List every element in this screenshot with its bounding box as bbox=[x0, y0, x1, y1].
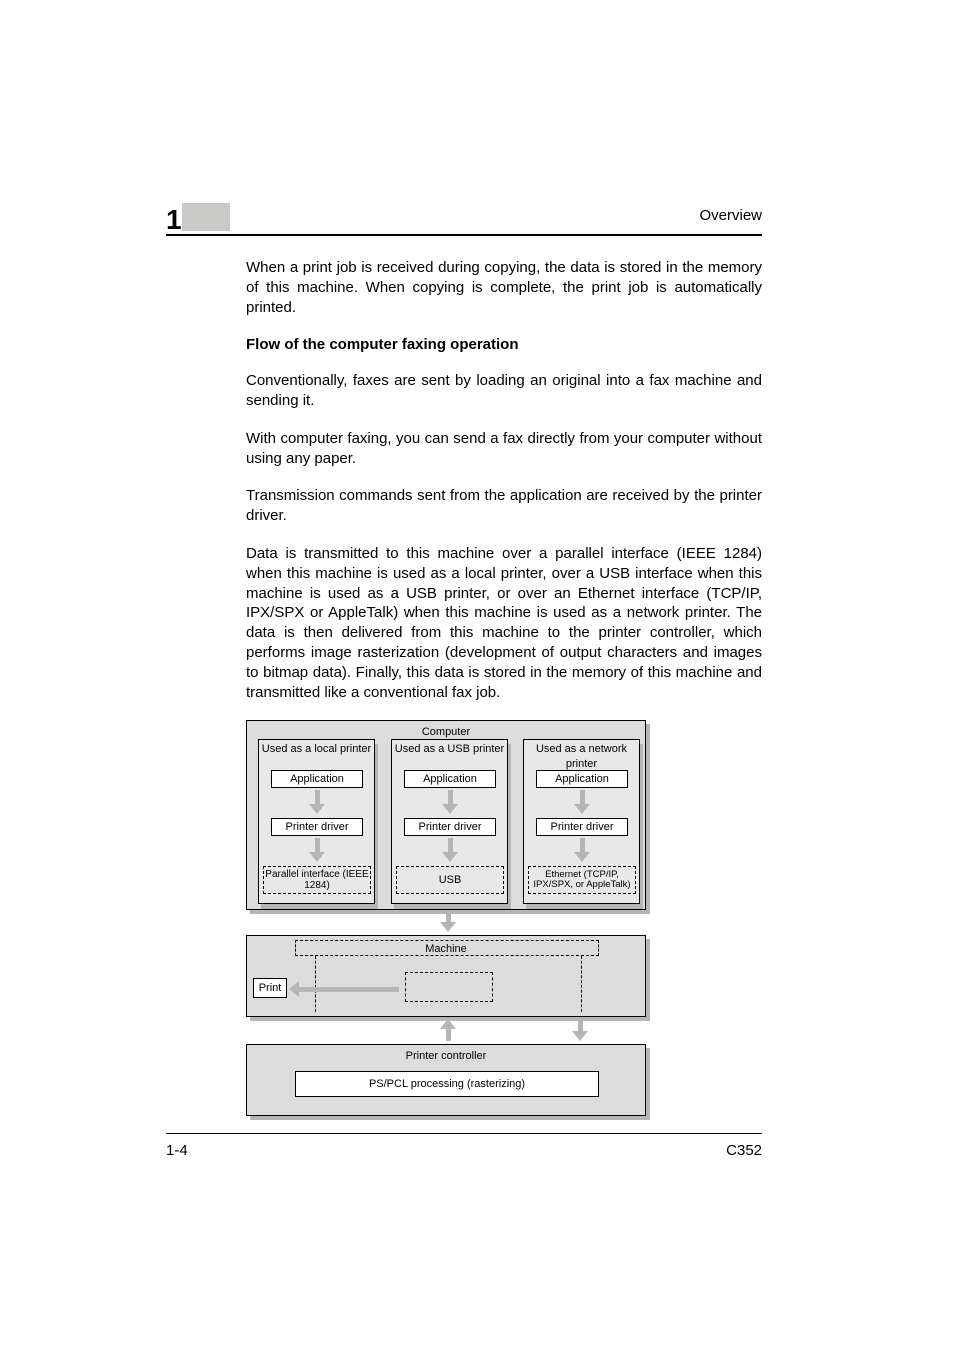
col2-driver-box: Printer driver bbox=[404, 818, 496, 836]
flow-para-2: With computer faxing, you can send a fax… bbox=[246, 429, 762, 469]
flow-diagram: Computer Used as a local printer Applica… bbox=[246, 720, 646, 1122]
arrow-down-icon bbox=[307, 790, 327, 814]
machine-panel: Machine Print bbox=[246, 935, 646, 1017]
arrow-down-icon bbox=[438, 912, 458, 932]
controller-panel: Printer controller PS/PCL processing (ra… bbox=[246, 1044, 646, 1116]
flow-para-3: Transmission commands sent from the appl… bbox=[246, 486, 762, 526]
col3-driver-box: Printer driver bbox=[536, 818, 628, 836]
flow-para-1: Conventionally, faxes are sent by loadin… bbox=[246, 371, 762, 411]
footer-divider bbox=[166, 1133, 762, 1134]
machine-inner-dashed bbox=[405, 972, 493, 1002]
col3-used-as: Used as a network printer bbox=[524, 742, 639, 771]
arrow-down-icon bbox=[572, 838, 592, 862]
computer-label: Computer bbox=[247, 725, 645, 740]
computer-panel: Computer Used as a local printer Applica… bbox=[246, 720, 646, 910]
col2-used-as: Used as a USB printer bbox=[392, 742, 507, 757]
flow-heading: Flow of the computer faxing operation bbox=[246, 335, 762, 355]
print-box: Print bbox=[253, 978, 287, 998]
col3-application-box: Application bbox=[536, 770, 628, 788]
machine-label: Machine bbox=[247, 942, 645, 957]
page-number: 1-4 bbox=[166, 1142, 188, 1159]
arrow-up-icon bbox=[438, 1019, 458, 1041]
model-number: C352 bbox=[726, 1142, 762, 1159]
controller-label: Printer controller bbox=[247, 1049, 645, 1064]
flow-para-4: Data is transmitted to this machine over… bbox=[246, 544, 762, 702]
arrow-down-icon bbox=[307, 838, 327, 862]
col2-interface-box: USB bbox=[396, 866, 504, 894]
chapter-number: 1 bbox=[166, 204, 182, 235]
header-divider bbox=[166, 234, 762, 236]
arrow-down-icon bbox=[572, 790, 592, 814]
chapter-tab-decoration bbox=[182, 203, 230, 231]
col1-application-box: Application bbox=[271, 770, 363, 788]
intro-paragraph: When a print job is received during copy… bbox=[246, 258, 762, 317]
col1-interface-box: Parallel interface (IEEE 1284) bbox=[263, 866, 371, 894]
col1-used-as: Used as a local printer bbox=[259, 742, 374, 757]
arrow-down-icon bbox=[440, 790, 460, 814]
col3-interface-box: Ethernet (TCP/IP, IPX/SPX, or AppleTalk) bbox=[528, 866, 636, 894]
col3-panel: Used as a network printer Application Pr… bbox=[523, 739, 640, 904]
arrow-down-icon bbox=[570, 1019, 590, 1041]
arrow-down-icon bbox=[440, 838, 460, 862]
dashed-line-right bbox=[581, 956, 582, 1012]
col1-driver-box: Printer driver bbox=[271, 818, 363, 836]
arrow-left-icon bbox=[289, 981, 399, 997]
col2-application-box: Application bbox=[404, 770, 496, 788]
processing-box: PS/PCL processing (rasterizing) bbox=[295, 1071, 599, 1097]
col1-panel: Used as a local printer Application Prin… bbox=[258, 739, 375, 904]
section-label: Overview bbox=[699, 207, 762, 224]
col2-panel: Used as a USB printer Application Printe… bbox=[391, 739, 508, 904]
